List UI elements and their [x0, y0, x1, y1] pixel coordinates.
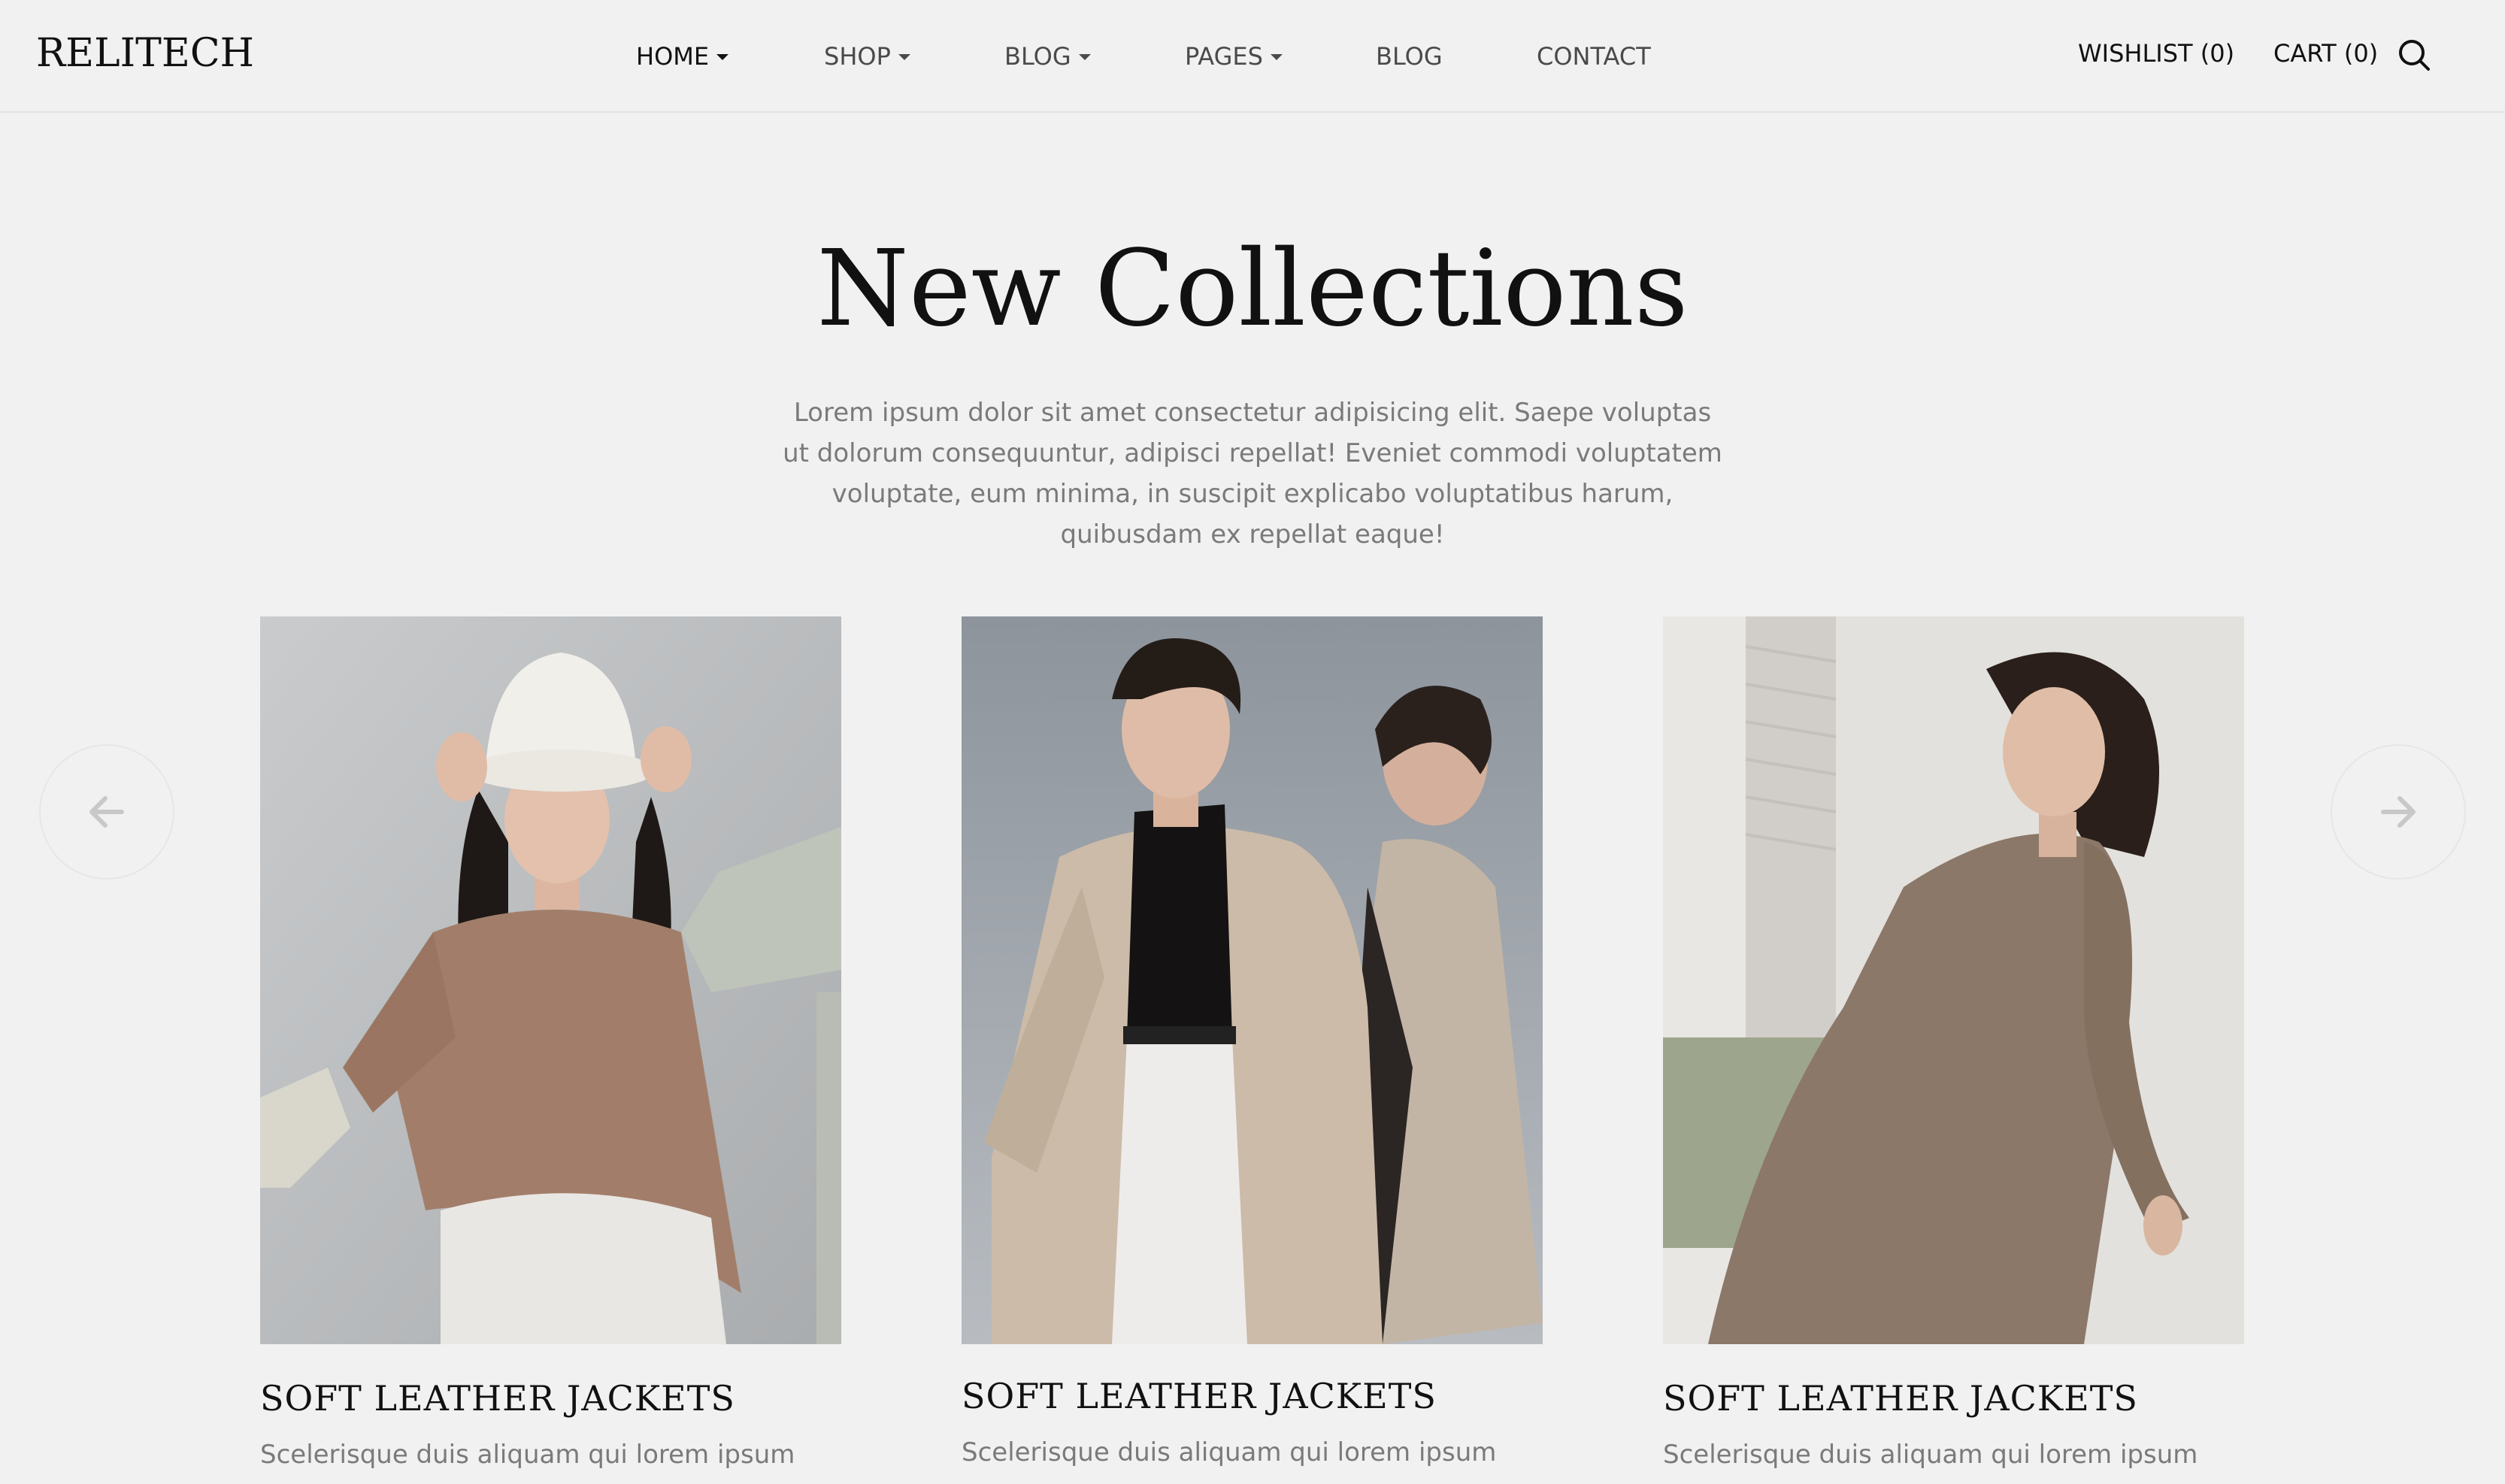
product-title[interactable]: SOFT LEATHER JACKETS: [260, 1376, 735, 1421]
product-title[interactable]: SOFT LEATHER JACKETS: [962, 1373, 1437, 1419]
product-description: Scelerisque duis aliquam qui lorem ipsum: [962, 1437, 1497, 1467]
product-card: SOFT LEATHER JACKETS Scelerisque duis al…: [962, 616, 1543, 1467]
product-description: Scelerisque duis aliquam qui lorem ipsum: [1663, 1440, 2198, 1470]
chevron-down-icon: [898, 54, 910, 60]
section-title: New Collections: [816, 228, 1689, 350]
chevron-down-icon: [1270, 54, 1283, 60]
nav-item-label: SHOP: [824, 42, 891, 71]
nav-item-home[interactable]: HOME: [636, 39, 729, 74]
nav-item-label: HOME: [636, 42, 710, 71]
nav-item-label: CONTACT: [1537, 42, 1651, 71]
arrow-right-icon: [2381, 796, 2416, 828]
carousel-next-button[interactable]: [2331, 744, 2466, 880]
nav-item-contact[interactable]: CONTACT: [1537, 39, 1651, 74]
nav-item-pages[interactable]: PAGES: [1185, 39, 1283, 74]
arrow-left-icon: [89, 796, 124, 828]
product-description: Scelerisque duis aliquam qui lorem ipsum: [260, 1440, 795, 1470]
nav-item-blog[interactable]: BLOG: [1376, 39, 1443, 74]
nav-item-label: BLOG: [1004, 42, 1071, 71]
chevron-down-icon: [1078, 54, 1091, 60]
cart-link[interactable]: CART (0): [2273, 36, 2378, 71]
chevron-down-icon: [716, 54, 729, 60]
nav-item-label: PAGES: [1185, 42, 1263, 71]
nav-item-label: BLOG: [1376, 42, 1443, 71]
nav-item-shop[interactable]: SHOP: [824, 39, 910, 74]
section-description: Lorem ipsum dolor sit amet consectetur a…: [783, 398, 1722, 550]
carousel-prev-button[interactable]: [39, 744, 174, 880]
wishlist-link[interactable]: WISHLIST (0): [2078, 36, 2234, 71]
nav-item-blog-dropdown[interactable]: BLOG: [1004, 39, 1091, 74]
site-header: RELITECH HOME SHOP BLOG PAGES BLOG CONTA…: [0, 0, 2505, 113]
product-card: SOFT LEATHER JACKETS Scelerisque duis al…: [1663, 616, 2244, 1470]
product-image[interactable]: [962, 616, 1543, 1344]
product-image[interactable]: [260, 616, 841, 1344]
product-title[interactable]: SOFT LEATHER JACKETS: [1663, 1376, 2138, 1421]
site-logo[interactable]: RELITECH: [36, 29, 254, 78]
product-image[interactable]: [1663, 616, 2244, 1344]
product-card: SOFT LEATHER JACKETS Scelerisque duis al…: [260, 616, 841, 1470]
search-icon[interactable]: [2397, 38, 2431, 72]
